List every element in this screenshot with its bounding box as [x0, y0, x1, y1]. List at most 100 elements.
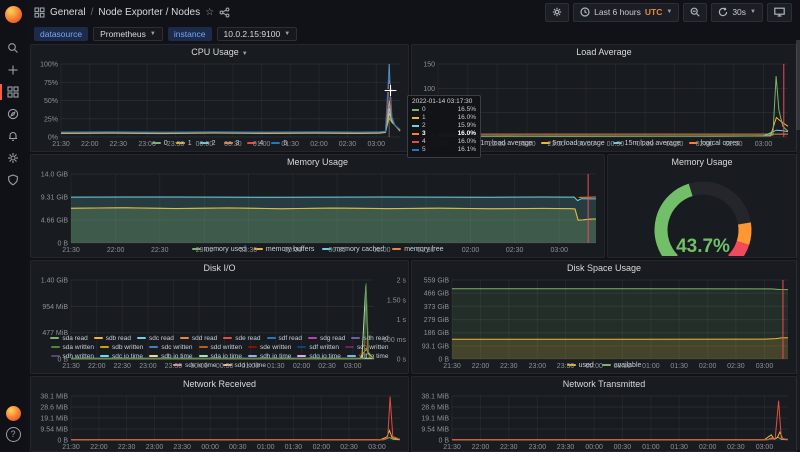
svg-text:03:00: 03:00 [755, 141, 773, 148]
alerting-icon[interactable] [0, 125, 26, 147]
refresh-button[interactable]: 30s ▼ [711, 2, 763, 22]
server-admin-icon[interactable] [0, 169, 26, 191]
panel-title[interactable]: Network Transmitted [412, 377, 796, 392]
tooltip-rows: 0 16.5% 1 16.0% 2 15.9% 3 16.0% 4 16.0% 5 16.1% [412, 106, 476, 154]
svg-text:02:00: 02:00 [310, 141, 328, 148]
svg-text:00:00: 00:00 [284, 247, 302, 254]
svg-text:01:30: 01:30 [417, 247, 435, 254]
graph-tooltip: 2022-01-14 03:17:30 0 16.5% 1 16.0% 2 15.9% 3 1… [407, 95, 481, 158]
svg-text:00:30: 00:30 [216, 363, 234, 370]
panel-title[interactable]: Network Received [31, 377, 408, 392]
svg-text:02:00: 02:00 [699, 363, 717, 370]
grafana-logo[interactable] [4, 6, 22, 23]
svg-text:01:30: 01:30 [666, 141, 684, 148]
panel-title[interactable]: Disk Space Usage [412, 261, 796, 276]
svg-text:02:30: 02:30 [727, 363, 745, 370]
breadcrumb-folder[interactable]: General [50, 7, 86, 18]
cpu-usage-chart[interactable]: 0% 25% 50% 75% 100% 21:30 22:00 22:30 23:00 23:30… [31, 60, 408, 148]
time-range-label: Last 6 hours [594, 7, 641, 17]
explore-icon[interactable] [0, 103, 26, 125]
svg-text:02:30: 02:30 [318, 363, 336, 370]
timezone-label: UTC [644, 7, 663, 17]
svg-text:9.31 GiB: 9.31 GiB [41, 195, 69, 202]
svg-text:373 GiB: 373 GiB [424, 304, 450, 311]
svg-text:28.6 MiB: 28.6 MiB [421, 404, 449, 411]
instance-variable-value[interactable]: 10.0.2.15:9100 ▼ [216, 26, 298, 41]
svg-text:23:00: 23:00 [196, 247, 214, 254]
panel-network-received: Network Received 0 B 9.54 MiB 19.1 MiB 28.6… [30, 376, 409, 452]
configuration-icon[interactable] [0, 147, 26, 169]
datasource-variable-value[interactable]: Prometheus ▼ [93, 26, 163, 41]
panel-title[interactable]: CPU Usage ▼ [31, 45, 408, 60]
refresh-icon [719, 7, 728, 17]
svg-text:03:00: 03:00 [550, 247, 568, 254]
network-received-chart[interactable]: 0 B 9.54 MiB 19.1 MiB 28.6 MiB 38.1 MiB 21:30… [31, 392, 408, 451]
svg-text:02:30: 02:30 [339, 141, 357, 148]
share-icon[interactable] [219, 7, 230, 18]
panel-title[interactable]: Load Average [412, 45, 796, 60]
tooltip-row: 4 16.0% [412, 138, 476, 146]
time-range-picker[interactable]: Last 6 hours UTC ▼ [573, 2, 680, 22]
svg-text:477 MiB: 477 MiB [42, 330, 68, 337]
panel-cpu-usage: CPU Usage ▼ 0% 25% 50% 75% 100% 21:30 22:00 22:3… [30, 44, 409, 152]
cycle-view-button[interactable] [767, 2, 792, 22]
scrollbar[interactable] [796, 40, 800, 450]
memory-usage-chart[interactable]: 0 B 4.66 GiB 9.31 GiB 14.0 GiB 21:30 22:00 22:… [31, 170, 604, 254]
help-icon[interactable]: ? [5, 427, 21, 442]
tooltip-row: 3 16.0% [412, 130, 476, 138]
svg-text:93.1 GiB: 93.1 GiB [422, 343, 450, 350]
svg-text:00:30: 00:30 [224, 141, 242, 148]
create-icon[interactable] [0, 59, 26, 81]
user-avatar[interactable] [5, 406, 21, 421]
network-transmitted-chart[interactable]: 0 B 9.54 MiB 19.1 MiB 28.6 MiB 38.1 MiB 21:30… [412, 392, 796, 451]
panel-title[interactable]: Memory Usage [608, 155, 796, 170]
panel-title[interactable]: Disk I/O [31, 261, 408, 276]
svg-text:19.1 MiB: 19.1 MiB [40, 415, 68, 422]
svg-text:00:30: 00:30 [328, 247, 346, 254]
svg-text:22:00: 22:00 [472, 363, 490, 370]
svg-text:21:30: 21:30 [62, 363, 80, 370]
panel-title[interactable]: Memory Usage [31, 155, 604, 170]
svg-text:23:00: 23:00 [138, 141, 156, 148]
svg-text:9.54 MiB: 9.54 MiB [421, 426, 449, 433]
panel-memory-usage-gauge: Memory Usage 43.7% [607, 154, 797, 258]
left-sidebar: ? [0, 0, 26, 450]
svg-text:02:00: 02:00 [696, 141, 714, 148]
panel-memory-usage-graph: Memory Usage 0 B 4.66 GiB 9.31 GiB 14.0 GiB… [30, 154, 605, 258]
search-icon[interactable] [0, 37, 26, 59]
svg-text:1.40 GiB: 1.40 GiB [41, 278, 69, 285]
svg-text:1.50 s: 1.50 s [387, 297, 407, 304]
svg-text:500 ms: 500 ms [383, 337, 406, 344]
zoom-out-button[interactable] [683, 2, 708, 22]
disk-io-chart[interactable]: 0 B 477 MiB 954 MiB 1.40 GiB 21:30 22:00 22:30… [31, 276, 408, 371]
top-navbar: General / Node Exporter / Nodes ☆ Last 6… [26, 0, 800, 24]
svg-text:21:30: 21:30 [52, 141, 70, 148]
breadcrumb-dashboard[interactable]: Node Exporter / Nodes [98, 7, 200, 18]
disk-space-chart[interactable]: 0 B 93.1 GiB 186 GiB 279 GiB 373 GiB 466 GiB 5… [412, 276, 796, 370]
svg-text:23:00: 23:00 [529, 363, 547, 370]
clock-icon [580, 7, 590, 17]
tooltip-timestamp: 2022-01-14 03:17:30 [412, 98, 473, 105]
svg-text:4.66 GiB: 4.66 GiB [41, 218, 69, 225]
svg-text:75%: 75% [44, 80, 58, 87]
star-icon[interactable]: ☆ [205, 7, 214, 18]
svg-text:21:30: 21:30 [443, 363, 461, 370]
svg-text:00:30: 00:30 [607, 141, 625, 148]
svg-text:466 GiB: 466 GiB [424, 291, 450, 298]
svg-text:23:30: 23:30 [165, 363, 183, 370]
svg-text:186 GiB: 186 GiB [424, 330, 450, 337]
svg-text:23:30: 23:30 [557, 363, 575, 370]
dashboard-settings-button[interactable] [545, 2, 570, 22]
svg-text:2 s: 2 s [397, 278, 407, 285]
svg-text:00:00: 00:00 [190, 363, 208, 370]
memory-gauge: 43.7% [654, 181, 752, 256]
svg-text:00:30: 00:30 [614, 363, 632, 370]
svg-text:100: 100 [423, 86, 435, 93]
svg-text:01:30: 01:30 [267, 363, 285, 370]
svg-text:22:30: 22:30 [488, 141, 506, 148]
svg-text:22:30: 22:30 [151, 247, 169, 254]
tooltip-row: 0 16.5% [412, 106, 476, 114]
chevron-down-icon: ▼ [284, 30, 291, 37]
svg-text:00:00: 00:00 [585, 363, 603, 370]
dashboards-icon[interactable] [0, 81, 26, 103]
